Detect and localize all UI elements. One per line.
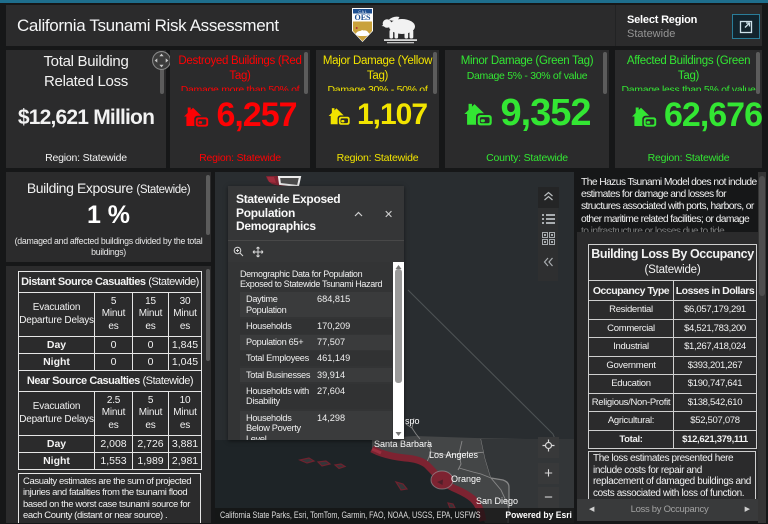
svg-text:San Diego: San Diego <box>476 496 518 506</box>
svg-text:Santa Barbara: Santa Barbara <box>374 439 432 449</box>
svg-text:Orange: Orange <box>451 474 481 484</box>
svg-text:spo: spo <box>405 416 420 426</box>
svg-text:OES: OES <box>354 13 371 22</box>
svg-text:Los Angeles: Los Angeles <box>429 450 479 460</box>
